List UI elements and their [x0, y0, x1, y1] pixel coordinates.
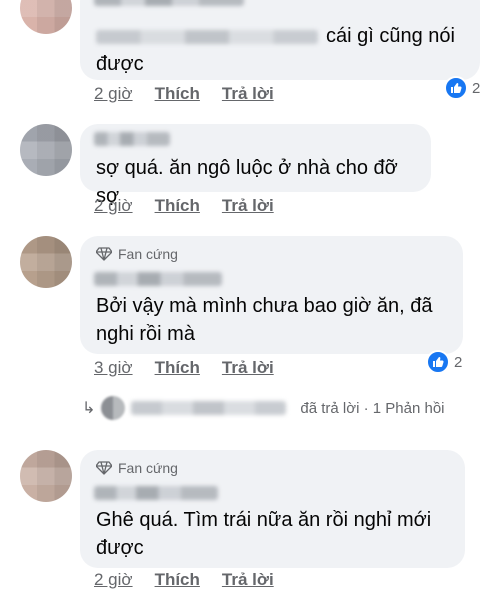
comment-actions: 3 giờ Thích Trả lời: [94, 358, 274, 378]
reaction-count[interactable]: 2: [426, 350, 462, 374]
timestamp-link[interactable]: 2 giờ: [94, 570, 133, 590]
reaction-count-text: 2: [472, 79, 481, 97]
like-button[interactable]: Thích: [155, 84, 200, 104]
comment-text-line2: được: [96, 537, 144, 559]
fan-badge-label: Fan cứng: [118, 246, 178, 262]
like-icon: [426, 350, 450, 374]
fan-badge-label: Fan cứng: [118, 460, 178, 476]
comment-text-line2: được: [96, 53, 144, 75]
blurred-author-name: [94, 272, 222, 286]
fan-badge: Fan cứng: [96, 460, 178, 476]
comment-text: Bởi vậy mà mình chưa bao giờ ăn, đã nghi…: [96, 292, 447, 348]
diamond-icon: [96, 461, 112, 475]
comment-actions: 2 giờ Thích Trả lời: [94, 570, 274, 590]
like-button[interactable]: Thích: [155, 570, 200, 590]
like-button[interactable]: Thích: [155, 358, 200, 378]
avatar[interactable]: [20, 0, 72, 34]
comment-bubble: Fan cứng Ghê quá. Tìm trái nữa ăn rồi ng…: [80, 450, 465, 568]
reply-button[interactable]: Trả lời: [222, 84, 274, 104]
fan-badge: Fan cứng: [96, 246, 178, 262]
comment-actions: 2 giờ Thích Trả lời: [94, 84, 274, 104]
view-replies-link[interactable]: ↳ đã trả lời · 1 Phản hồi: [82, 396, 445, 420]
avatar[interactable]: [20, 236, 72, 288]
blurred-author-name: [94, 486, 218, 500]
comment-text-visible: cái gì cũng nói: [326, 25, 455, 47]
avatar[interactable]: [20, 450, 72, 502]
comment-bubble: cái gì cũng nói được: [80, 0, 480, 80]
reply-button[interactable]: Trả lời: [222, 196, 274, 216]
blurred-text: [96, 29, 318, 44]
reaction-count[interactable]: 2: [444, 76, 480, 100]
avatar[interactable]: [20, 124, 72, 176]
comment-actions: 2 giờ Thích Trả lời: [94, 196, 274, 216]
blurred-author-name: [94, 132, 170, 146]
comment-text-line1: Ghê quá. Tìm trái nữa ăn rồi nghỉ mới: [96, 509, 432, 531]
blurred-replier-name: [131, 401, 287, 415]
comment-text-line2: nghi rồi mà: [96, 323, 195, 345]
blurred-author-name: [94, 0, 244, 6]
reaction-count-text: 2: [454, 353, 463, 371]
comment-bubble: Fan cứng Bởi vậy mà mình chưa bao giờ ăn…: [80, 236, 463, 354]
comment-bubble: sợ quá. ăn ngô luộc ở nhà cho đỡ sợ: [80, 124, 431, 207]
reply-summary-text: đã trả lời · 1 Phản hồi: [300, 399, 445, 417]
like-button[interactable]: Thích: [155, 196, 200, 216]
like-icon: [444, 76, 468, 100]
reply-arrow-icon: ↳: [82, 400, 96, 417]
comment-text: Ghê quá. Tìm trái nữa ăn rồi nghỉ mới đư…: [96, 506, 449, 562]
diamond-icon: [96, 247, 112, 261]
comment-text: cái gì cũng nói được: [96, 22, 464, 78]
timestamp-link[interactable]: 2 giờ: [94, 84, 133, 104]
reply-button[interactable]: Trả lời: [222, 570, 274, 590]
reply-button[interactable]: Trả lời: [222, 358, 274, 378]
reply-avatar: [101, 396, 126, 420]
timestamp-link[interactable]: 3 giờ: [94, 358, 133, 378]
comment-text-line1: Bởi vậy mà mình chưa bao giờ ăn, đã: [96, 295, 433, 317]
timestamp-link[interactable]: 2 giờ: [94, 196, 133, 216]
